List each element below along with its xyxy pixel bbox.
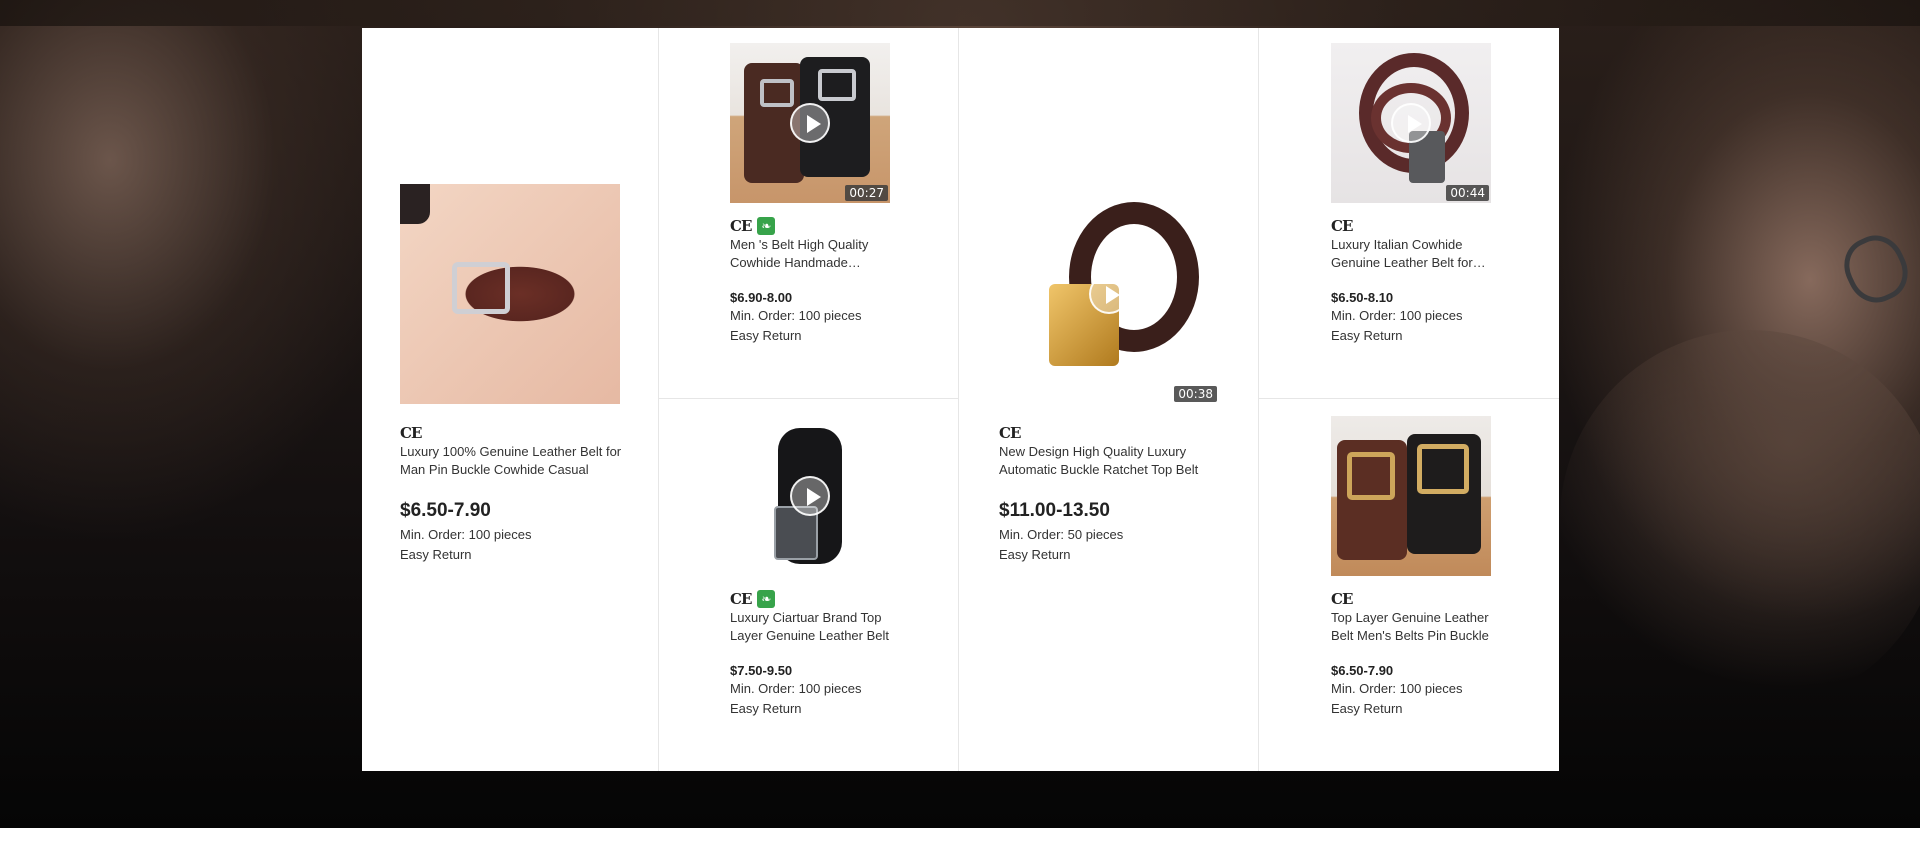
ce-mark-icon: CE xyxy=(730,590,752,608)
certification-badges-3: CE xyxy=(999,424,1021,442)
product-image-5[interactable] xyxy=(1331,416,1491,576)
eco-leaf-icon: ❧ xyxy=(757,590,776,608)
product-image-0[interactable] xyxy=(400,184,620,404)
product-price-4: $6.50-8.10 xyxy=(1331,290,1394,305)
gold-buckle-icon xyxy=(1347,452,1395,500)
certification-badges-0: CE xyxy=(400,424,422,442)
product-image-4[interactable]: 00:44 xyxy=(1331,43,1491,203)
easy-return-0: Easy Return xyxy=(400,547,472,562)
product-card-5[interactable]: CE Top Layer Genuine Leather Belt Men's … xyxy=(1259,399,1559,771)
product-title-3[interactable]: New Design High Quality Luxury Automatic… xyxy=(999,443,1199,479)
min-order-2: Min. Order: 100 pieces xyxy=(730,681,862,696)
background-ring xyxy=(1834,226,1918,312)
buckle-icon xyxy=(760,79,794,107)
gold-buckle-icon xyxy=(1417,444,1469,494)
product-card-4[interactable]: 00:44 CE Luxury Italian Cowhide Genuine … xyxy=(1259,28,1559,399)
min-order-0: Min. Order: 100 pieces xyxy=(400,527,532,542)
play-video-icon[interactable] xyxy=(790,476,830,516)
video-duration: 00:44 xyxy=(1446,185,1489,201)
product-card-0[interactable]: CE Luxury 100% Genuine Leather Belt for … xyxy=(362,28,659,771)
brown-pin-buckle-belt-photo xyxy=(400,184,620,404)
easy-return-1: Easy Return xyxy=(730,328,802,343)
product-title-4[interactable]: Luxury Italian Cowhide Genuine Leather B… xyxy=(1331,236,1491,272)
product-price-2: $7.50-9.50 xyxy=(730,663,793,678)
product-price-3: $11.00-13.50 xyxy=(999,500,1110,521)
certification-badges-2: CE ❧ xyxy=(730,590,776,608)
video-duration: 00:38 xyxy=(1174,386,1217,402)
certification-badges-5: CE xyxy=(1331,590,1353,608)
certification-badges-4: CE xyxy=(1331,217,1353,235)
banner-top-band xyxy=(0,0,1920,26)
ce-mark-icon: CE xyxy=(400,424,422,442)
product-image-2[interactable] xyxy=(730,416,890,576)
ce-mark-icon: CE xyxy=(730,217,752,235)
easy-return-5: Easy Return xyxy=(1331,701,1403,716)
product-image-3[interactable]: 00:38 xyxy=(999,184,1219,404)
min-order-5: Min. Order: 100 pieces xyxy=(1331,681,1463,696)
min-order-1: Min. Order: 100 pieces xyxy=(730,308,862,323)
belt-loop-icon xyxy=(400,184,430,224)
belt-buckle-icon xyxy=(452,262,510,314)
product-card-2[interactable]: CE ❧ Luxury Ciartuar Brand Top Layer Gen… xyxy=(659,399,959,771)
ce-mark-icon: CE xyxy=(1331,217,1353,235)
easy-return-3: Easy Return xyxy=(999,547,1071,562)
product-title-2[interactable]: Luxury Ciartuar Brand Top Layer Genuine … xyxy=(730,609,890,645)
play-video-icon[interactable] xyxy=(790,103,830,143)
min-order-3: Min. Order: 50 pieces xyxy=(999,527,1124,542)
easy-return-4: Easy Return xyxy=(1331,328,1403,343)
product-title-5[interactable]: Top Layer Genuine Leather Belt Men's Bel… xyxy=(1331,609,1491,645)
product-price-5: $6.50-7.90 xyxy=(1331,663,1394,678)
play-video-icon[interactable] xyxy=(1089,274,1129,314)
eco-leaf-icon: ❧ xyxy=(757,217,776,235)
certification-badges-1: CE ❧ xyxy=(730,217,776,235)
background-hand xyxy=(1560,330,1920,710)
easy-return-2: Easy Return xyxy=(730,701,802,716)
product-image-1[interactable]: 00:27 xyxy=(730,43,890,203)
video-duration: 00:27 xyxy=(845,185,888,201)
ce-mark-icon: CE xyxy=(999,424,1021,442)
product-card-1[interactable]: 00:27 CE ❧ Men 's Belt High Quality Cowh… xyxy=(659,28,959,399)
play-video-icon[interactable] xyxy=(1391,103,1431,143)
product-title-0[interactable]: Luxury 100% Genuine Leather Belt for Man… xyxy=(400,443,622,479)
product-title-1[interactable]: Men 's Belt High Quality Cowhide Handmad… xyxy=(730,236,890,272)
product-card-3[interactable]: 00:38 CE New Design High Quality Luxury … xyxy=(959,28,1259,771)
product-grid-panel: CE Luxury 100% Genuine Leather Belt for … xyxy=(362,28,1559,771)
product-price-1: $6.90-8.00 xyxy=(730,290,793,305)
min-order-4: Min. Order: 100 pieces xyxy=(1331,308,1463,323)
ce-mark-icon: CE xyxy=(1331,590,1353,608)
buckle-icon xyxy=(818,69,856,101)
product-price-0: $6.50-7.90 xyxy=(400,500,491,521)
